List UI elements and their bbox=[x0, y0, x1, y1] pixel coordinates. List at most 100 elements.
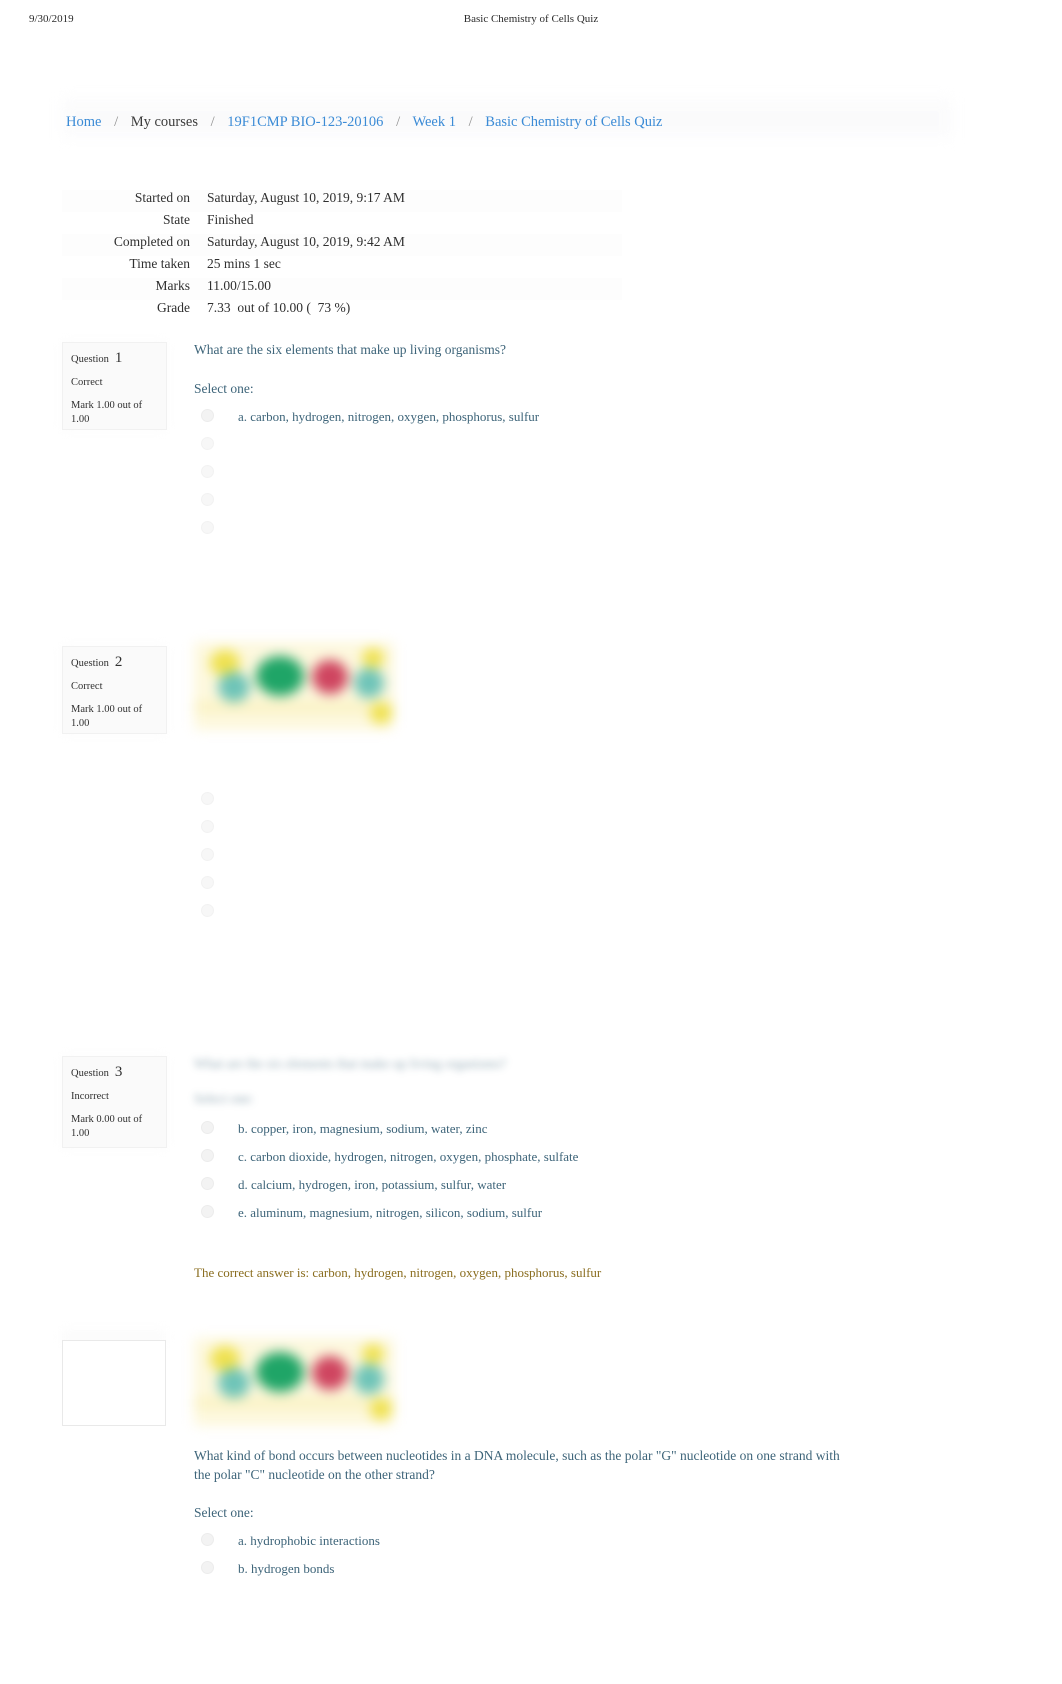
question-text: What are the six elements that make up l… bbox=[194, 1056, 507, 1071]
molecule-atom-green bbox=[256, 1352, 304, 1392]
radio-button-icon[interactable] bbox=[201, 1121, 214, 1134]
question-mark: Mark 0.00 out of 1.00 bbox=[71, 1114, 143, 1139]
answer-option-d[interactable] bbox=[194, 874, 994, 902]
breadcrumb-item-my-courses: My courses bbox=[130, 114, 198, 130]
summary-row: Completed on Saturday, August 10, 2019, … bbox=[62, 234, 622, 256]
question-state: Correct bbox=[71, 377, 103, 388]
molecule-atom-red bbox=[312, 660, 348, 694]
answer-option-label: d. calcium, hydrogen, iron, potassium, s… bbox=[238, 1177, 507, 1192]
breadcrumb-separator: / bbox=[468, 114, 473, 130]
radio-button-icon[interactable] bbox=[201, 409, 214, 422]
question-content-1: What are the six elements that make up l… bbox=[194, 340, 994, 547]
summary-label: State bbox=[163, 212, 190, 227]
radio-button-icon[interactable] bbox=[201, 876, 214, 889]
molecule-atom-yellow bbox=[370, 1398, 392, 1420]
question-info-2: Question 2 Correct Mark 1.00 out of 1.00 bbox=[62, 646, 167, 734]
radio-button-icon[interactable] bbox=[201, 820, 214, 833]
summary-row: Grade 7.33 out of 10.00 ( 73 %) bbox=[62, 300, 622, 322]
radio-button-icon[interactable] bbox=[201, 848, 214, 861]
question-number: 1 bbox=[114, 350, 123, 366]
answer-option-label: c. carbon dioxide, hydrogen, nitrogen, o… bbox=[238, 1149, 579, 1164]
summary-row: Started on Saturday, August 10, 2019, 9:… bbox=[62, 190, 622, 212]
radio-button-icon[interactable] bbox=[201, 1533, 214, 1546]
radio-button-icon[interactable] bbox=[201, 792, 214, 805]
molecule-atom-red bbox=[312, 1356, 348, 1390]
attempt-summary-table: Started on Saturday, August 10, 2019, 9:… bbox=[62, 190, 622, 322]
answer-option-b[interactable] bbox=[194, 818, 994, 846]
breadcrumb: Home / My courses / 19F1CMP BIO-123-2010… bbox=[66, 113, 662, 131]
correct-answer-feedback: The correct answer is: carbon, hydrogen,… bbox=[194, 1265, 602, 1280]
answer-option-b[interactable] bbox=[194, 435, 994, 463]
summary-row: Time taken 25 mins 1 sec bbox=[62, 256, 622, 278]
answer-list-4: a. hydrophobic interactions b. hydrogen … bbox=[194, 1531, 994, 1587]
radio-button-icon[interactable] bbox=[201, 465, 214, 478]
answer-option-e[interactable]: e. aluminum, magnesium, nitrogen, silico… bbox=[194, 1203, 994, 1231]
answer-option-label: a. carbon, hydrogen, nitrogen, oxygen, p… bbox=[238, 409, 540, 424]
molecule-atom-teal bbox=[354, 668, 384, 698]
question-state: Incorrect bbox=[71, 1091, 109, 1102]
breadcrumb-separator: / bbox=[210, 114, 215, 130]
answer-option-c[interactable] bbox=[194, 463, 994, 491]
molecule-atom-yellow bbox=[370, 702, 392, 724]
answer-list-1: a. carbon, hydrogen, nitrogen, oxygen, p… bbox=[194, 407, 994, 547]
breadcrumb-separator: / bbox=[396, 114, 401, 130]
radio-button-icon[interactable] bbox=[201, 1177, 214, 1190]
question-mark: Mark 1.00 out of 1.00 bbox=[71, 400, 143, 425]
question-number-row: Question 1 bbox=[71, 351, 158, 367]
answer-list-2 bbox=[194, 790, 994, 930]
question-content-2 bbox=[194, 642, 994, 930]
summary-label: Marks bbox=[155, 278, 191, 293]
answer-option-a[interactable]: a. hydrophobic interactions bbox=[194, 1531, 994, 1559]
select-one-label: Select one: bbox=[194, 381, 254, 396]
answer-option-d[interactable]: d. calcium, hydrogen, iron, potassium, s… bbox=[194, 1175, 994, 1203]
molecule-atom-green bbox=[256, 656, 304, 696]
summary-value: 7.33 out of 10.00 ( 73 %) bbox=[207, 300, 351, 315]
molecule-diagram-image bbox=[194, 1338, 994, 1426]
radio-button-icon[interactable] bbox=[201, 437, 214, 450]
answer-list-3: b. copper, iron, magnesium, sodium, wate… bbox=[194, 1119, 994, 1231]
question-state: Correct bbox=[71, 681, 103, 692]
summary-label: Started on bbox=[134, 190, 190, 205]
question-text: What are the six elements that make up l… bbox=[194, 342, 507, 357]
breadcrumb-separator: / bbox=[114, 114, 119, 130]
answer-option-e[interactable] bbox=[194, 519, 994, 547]
answer-option-b[interactable]: b. hydrogen bonds bbox=[194, 1559, 994, 1587]
summary-label: Grade bbox=[157, 300, 190, 315]
question-number-label: Question bbox=[71, 1068, 109, 1079]
radio-button-icon[interactable] bbox=[201, 1149, 214, 1162]
select-one-label: Select one: bbox=[194, 1505, 254, 1520]
radio-button-icon[interactable] bbox=[201, 521, 214, 534]
answer-option-e[interactable] bbox=[194, 902, 994, 930]
answer-option-label: e. aluminum, magnesium, nitrogen, silico… bbox=[238, 1205, 543, 1220]
molecule-backbone bbox=[194, 702, 394, 712]
molecule-atom-yellow bbox=[362, 648, 384, 668]
molecule-illustration bbox=[194, 642, 394, 730]
molecule-atom-teal bbox=[218, 1368, 250, 1398]
radio-button-icon[interactable] bbox=[201, 1561, 214, 1574]
breadcrumb-region: Home / My courses / 19F1CMP BIO-123-2010… bbox=[0, 90, 1062, 152]
breadcrumb-item-week[interactable]: Week 1 bbox=[412, 114, 456, 130]
question-content-3: What are the six elements that make up l… bbox=[194, 1054, 994, 1282]
summary-row: Marks 11.00/15.00 bbox=[62, 278, 622, 300]
answer-option-b[interactable]: b. copper, iron, magnesium, sodium, wate… bbox=[194, 1119, 994, 1147]
answer-option-c[interactable]: c. carbon dioxide, hydrogen, nitrogen, o… bbox=[194, 1147, 994, 1175]
breadcrumb-item-home[interactable]: Home bbox=[66, 114, 101, 130]
breadcrumb-item-quiz[interactable]: Basic Chemistry of Cells Quiz bbox=[485, 114, 662, 130]
radio-button-icon[interactable] bbox=[201, 1205, 214, 1218]
answer-option-a[interactable]: a. carbon, hydrogen, nitrogen, oxygen, p… bbox=[194, 407, 994, 435]
breadcrumb-item-course[interactable]: 19F1CMP BIO-123-20106 bbox=[227, 114, 383, 130]
answer-option-a[interactable] bbox=[194, 790, 994, 818]
molecule-atom-yellow bbox=[362, 1344, 384, 1364]
answer-option-c[interactable] bbox=[194, 846, 994, 874]
answer-option-d[interactable] bbox=[194, 491, 994, 519]
molecule-atom-teal bbox=[218, 672, 250, 702]
question-number-label: Question bbox=[71, 354, 109, 365]
question-info-4 bbox=[62, 1340, 166, 1426]
radio-button-icon[interactable] bbox=[201, 904, 214, 917]
question-content-4: What kind of bond occurs between nucleot… bbox=[194, 1338, 994, 1587]
answer-option-label: b. hydrogen bonds bbox=[238, 1561, 335, 1576]
print-title: Basic Chemistry of Cells Quiz bbox=[463, 13, 599, 25]
question-info-3: Question 3 Incorrect Mark 0.00 out of 1.0… bbox=[62, 1056, 167, 1148]
summary-value: Finished bbox=[207, 212, 254, 227]
radio-button-icon[interactable] bbox=[201, 493, 214, 506]
